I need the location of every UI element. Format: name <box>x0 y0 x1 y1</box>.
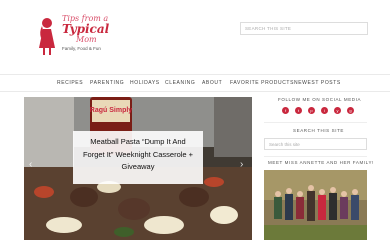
instagram-icon[interactable]: i <box>321 107 328 114</box>
family-widget-title: MEET MISS ANNETTE AND HER FAMILY! <box>268 160 374 165</box>
google-plus-icon[interactable]: g <box>347 107 354 114</box>
twitter-icon[interactable]: t <box>295 107 302 114</box>
nav-item-favorite-products[interactable]: FAVORITE PRODUCTS <box>230 80 294 86</box>
site-logo[interactable]: Tips from a Typical Mom Family, Food & F… <box>30 12 120 60</box>
logo-tagline: Family, Food & Fun <box>62 46 101 51</box>
logo-text-line3: Mom <box>76 35 97 44</box>
nav-item-holidays[interactable]: HOLIDAYS <box>130 80 160 86</box>
nav-item-about[interactable]: ABOUT <box>202 80 222 86</box>
pinterest-icon[interactable]: p <box>308 107 315 114</box>
social-widget-title: FOLLOW ME ON SOCIAL MEDIA <box>278 97 362 102</box>
header-search-input[interactable]: SEARCH THIS SITE <box>240 22 368 35</box>
facebook-icon[interactable]: f <box>282 107 289 114</box>
nav-item-cleaning[interactable]: CLEANING <box>165 80 195 86</box>
sidebar-divider <box>264 122 367 123</box>
youtube-icon[interactable]: y <box>334 107 341 114</box>
slider-prev-arrow-icon[interactable]: ‹ <box>29 159 32 170</box>
nav-item-newest-posts[interactable]: NEWEST POSTS <box>294 80 341 86</box>
nav-item-parenting[interactable]: PARENTING <box>90 80 124 86</box>
sidebar-divider <box>264 156 367 157</box>
sidebar-search-input[interactable]: Search this site <box>264 138 367 150</box>
family-photo <box>264 170 367 240</box>
mom-silhouette-icon <box>39 18 55 55</box>
main-nav: RECIPES PARENTING HOLIDAYS CLEANING ABOU… <box>0 74 390 92</box>
search-widget-title: SEARCH THIS SITE <box>293 128 345 133</box>
nav-item-recipes[interactable]: RECIPES <box>57 80 83 86</box>
featured-slider[interactable]: Ragú Simply ‹ › Meatball Pasta “Dump It … <box>24 97 252 240</box>
slider-next-arrow-icon[interactable]: › <box>240 159 243 170</box>
social-icons: f t p i y g <box>282 107 354 115</box>
jar-label: Ragú Simply <box>90 107 133 114</box>
logo-text-line2: Typical <box>62 22 110 36</box>
featured-post-title[interactable]: Meatball Pasta “Dump It And Forget It” W… <box>73 131 203 184</box>
